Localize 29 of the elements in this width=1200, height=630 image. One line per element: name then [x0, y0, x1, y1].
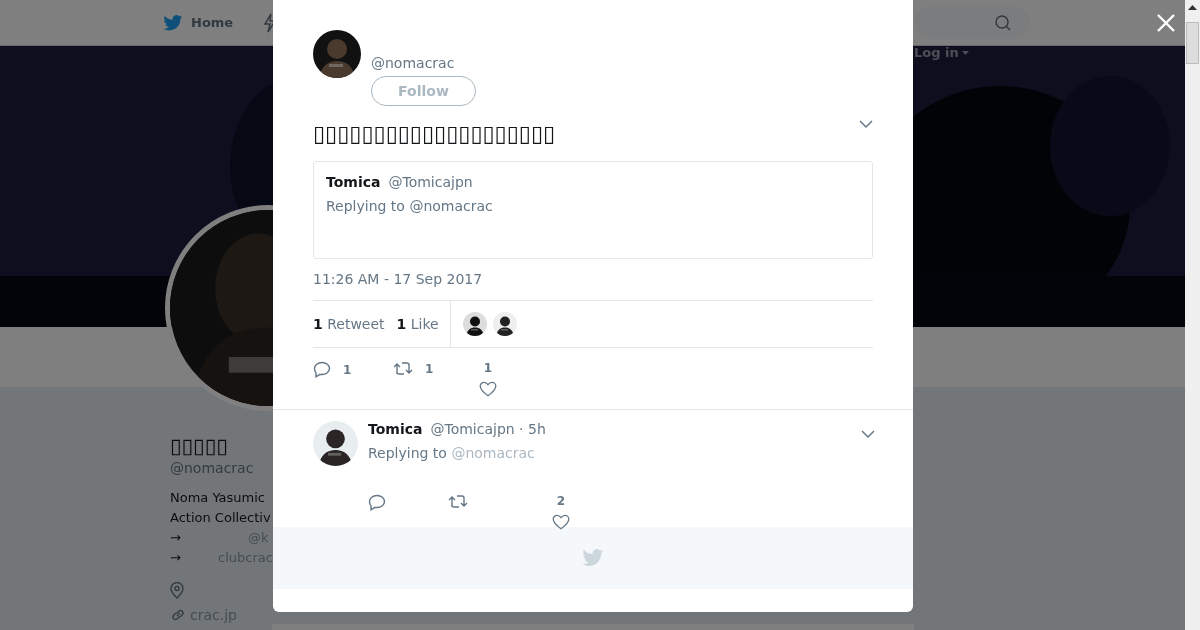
reply-label: Replying to	[368, 445, 447, 461]
home-link[interactable]: Home	[191, 15, 234, 30]
reply-count: 1	[343, 362, 352, 377]
bird-icon	[582, 549, 604, 567]
retweet-count: 1	[425, 361, 434, 376]
arrow-text: →	[170, 529, 182, 547]
mention-link[interactable]: @nomacrac	[451, 445, 535, 461]
search-field[interactable]	[914, 7, 1030, 39]
tweet-meta: @Tomicajpn · 5h	[430, 421, 546, 437]
link-icon	[170, 607, 186, 623]
bio-line: Noma Yasumic	[170, 489, 266, 507]
bio-line: Action Collectiv	[170, 509, 272, 527]
profile-name: ▯▯▯▯▯	[170, 434, 228, 458]
chevron-down-icon[interactable]	[861, 430, 875, 439]
heart-icon[interactable]	[552, 514, 570, 530]
reply-icon[interactable]	[313, 361, 331, 378]
search-icon[interactable]	[994, 14, 1012, 32]
retweet-icon[interactable]	[448, 494, 468, 509]
reply-icon[interactable]	[368, 494, 386, 511]
heart-icon[interactable]	[479, 381, 497, 397]
like-count: 2	[556, 494, 566, 508]
arrow-text: →	[170, 549, 182, 567]
retweet-icon[interactable]	[393, 361, 413, 376]
profile-handle[interactable]: @nomacrac	[170, 458, 254, 478]
close-icon[interactable]	[1156, 13, 1176, 33]
user-name[interactable]: Tomica	[368, 421, 423, 437]
bird-icon	[163, 14, 183, 31]
like-count: 1	[483, 361, 493, 375]
location-icon	[170, 582, 184, 599]
